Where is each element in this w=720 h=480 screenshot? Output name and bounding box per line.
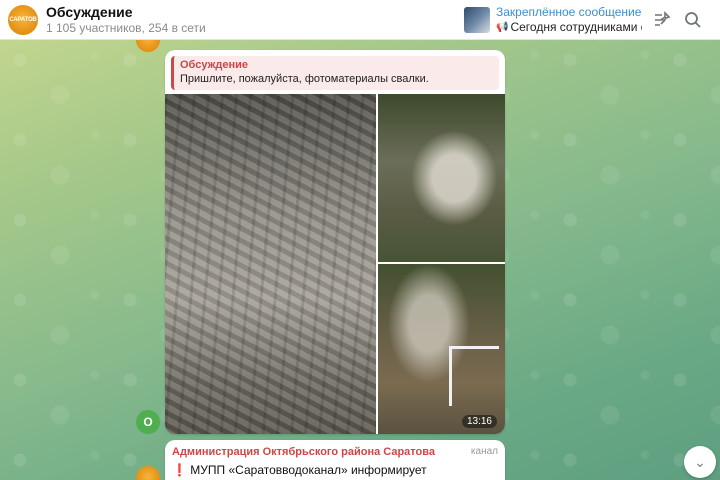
- chat-title-block[interactable]: Обсуждение 1 105 участников, 254 в сети: [46, 4, 206, 36]
- channel-sender-name[interactable]: Администрация Октябрьского района Сарато…: [172, 445, 435, 459]
- sender-avatar-channel[interactable]: [136, 466, 160, 480]
- message-time: 13:16: [461, 415, 497, 428]
- chat-title: Обсуждение: [46, 3, 133, 20]
- reply-text: Пришлите, пожалуйста, фотоматериалы свал…: [180, 73, 429, 85]
- message-bubble-photos[interactable]: Обсуждение Пришлите, пожалуйста, фотомат…: [165, 50, 505, 434]
- scroll-down-button[interactable]: ⌄: [684, 446, 716, 478]
- message-body: МУПП «Саратовводоканал» информирует: [190, 463, 427, 477]
- chat-member-count: 1 105 участников, 254 в сети: [46, 20, 206, 35]
- message-text: ❗ МУПП «Саратовводоканал» информирует: [172, 462, 498, 478]
- pinned-message-text: Сегодня сотрудниками от...: [510, 20, 642, 34]
- megaphone-icon: 📢: [496, 22, 509, 33]
- window-frame-debris: [449, 346, 499, 406]
- chat-avatar-label: САРАТОВ: [9, 16, 37, 23]
- search-icon[interactable]: [683, 10, 703, 30]
- pinned-list-icon[interactable]: [652, 10, 672, 30]
- chat-avatar[interactable]: САРАТОВ: [8, 4, 38, 35]
- sender-avatar-initial[interactable]: О: [136, 410, 160, 434]
- photo-asbestos-debris[interactable]: [165, 94, 376, 434]
- pinned-message-title: Закреплённое сообщение #49: [496, 5, 642, 19]
- message-bubble-channel[interactable]: Администрация Октябрьского района Сарато…: [165, 440, 505, 480]
- channel-badge: канал: [470, 446, 498, 457]
- photo-dump-top[interactable]: [378, 94, 505, 262]
- chevron-down-icon: ⌄: [694, 453, 706, 470]
- sender-initial: О: [143, 415, 153, 429]
- pinned-message-preview: 📢 Сегодня сотрудниками от...: [496, 20, 642, 35]
- reply-quote[interactable]: Обсуждение Пришлите, пожалуйста, фотомат…: [171, 56, 499, 90]
- photo-album: 13:16: [165, 94, 505, 434]
- reply-sender-name: Обсуждение: [180, 59, 248, 71]
- exclamation-icon: ❗: [172, 463, 187, 477]
- pinned-message-bar[interactable]: Закреплённое сообщение #49 📢 Сегодня сот…: [464, 5, 642, 35]
- chat-header: САРАТОВ Обсуждение 1 105 участников, 254…: [0, 0, 720, 40]
- pinned-thumbnail: [464, 7, 490, 33]
- photo-dump-bottom[interactable]: 13:16: [378, 264, 505, 434]
